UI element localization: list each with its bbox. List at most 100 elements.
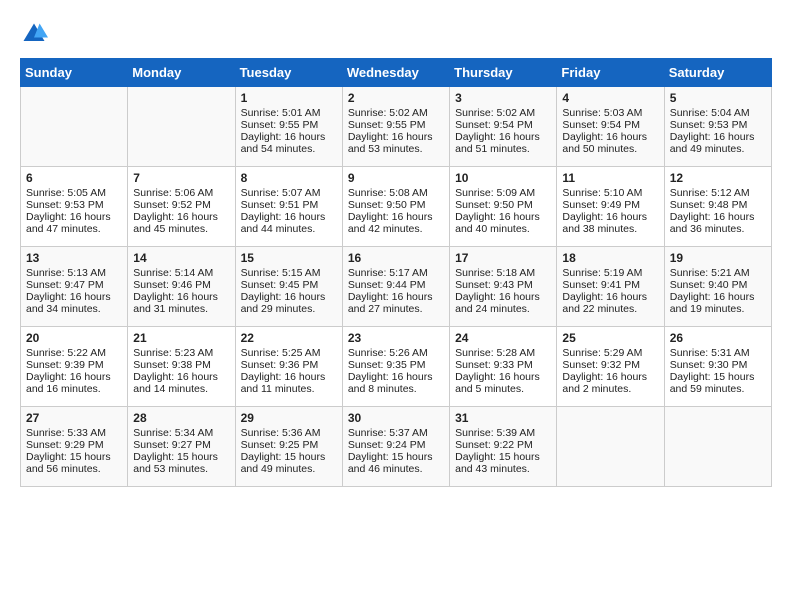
day-info-line: Sunrise: 5:12 AM — [670, 187, 766, 199]
day-number: 23 — [348, 331, 444, 345]
day-info-line: Sunset: 9:46 PM — [133, 279, 229, 291]
day-info-line: Sunset: 9:35 PM — [348, 359, 444, 371]
calendar-cell: 9Sunrise: 5:08 AMSunset: 9:50 PMDaylight… — [342, 167, 449, 247]
day-info-line: Daylight: 16 hours and 40 minutes. — [455, 211, 551, 235]
calendar-week-row: 20Sunrise: 5:22 AMSunset: 9:39 PMDayligh… — [21, 327, 772, 407]
day-number: 7 — [133, 171, 229, 185]
calendar-cell: 11Sunrise: 5:10 AMSunset: 9:49 PMDayligh… — [557, 167, 664, 247]
day-info-line: Daylight: 16 hours and 2 minutes. — [562, 371, 658, 395]
calendar-cell — [664, 407, 771, 487]
calendar-cell: 4Sunrise: 5:03 AMSunset: 9:54 PMDaylight… — [557, 87, 664, 167]
day-info-line: Sunset: 9:43 PM — [455, 279, 551, 291]
day-info-line: Sunset: 9:55 PM — [348, 119, 444, 131]
day-info-line: Sunset: 9:55 PM — [241, 119, 337, 131]
day-info-line: Sunrise: 5:14 AM — [133, 267, 229, 279]
day-info-line: Daylight: 16 hours and 24 minutes. — [455, 291, 551, 315]
day-number: 15 — [241, 251, 337, 265]
column-header-saturday: Saturday — [664, 59, 771, 87]
calendar-cell: 25 Sunrise: 5:29 AMSunset: 9:32 PMDayligh… — [557, 327, 664, 407]
day-info-line: Sunrise: 5:09 AM — [455, 187, 551, 199]
day-info-line: Sunrise: 5:05 AM — [26, 187, 122, 199]
day-info-line: Sunset: 9:27 PM — [133, 439, 229, 451]
day-info-line: Sunset: 9:48 PM — [670, 199, 766, 211]
day-info-line: Daylight: 16 hours and 54 minutes. — [241, 131, 337, 155]
day-info-line: Sunset: 9:22 PM — [455, 439, 551, 451]
day-number: 9 — [348, 171, 444, 185]
day-info-line: Sunrise: 5:23 AM — [133, 347, 229, 359]
day-info-line: Sunset: 9:52 PM — [133, 199, 229, 211]
day-info-line: Sunset: 9:30 PM — [670, 359, 766, 371]
day-info-line: Sunset: 9:29 PM — [26, 439, 122, 451]
day-info-line: Sunrise: 5:34 AM — [133, 427, 229, 439]
calendar-cell: 29Sunrise: 5:36 AMSunset: 9:25 PMDayligh… — [235, 407, 342, 487]
day-info-line: Daylight: 16 hours and 51 minutes. — [455, 131, 551, 155]
calendar-cell: 7Sunrise: 5:06 AMSunset: 9:52 PMDaylight… — [128, 167, 235, 247]
day-info-line: Daylight: 15 hours and 56 minutes. — [26, 451, 122, 475]
day-info-line: Sunset: 9:45 PM — [241, 279, 337, 291]
day-info-line: Sunrise: 5:21 AM — [670, 267, 766, 279]
day-info-line: Sunset: 9:38 PM — [133, 359, 229, 371]
day-info-line: Sunrise: 5:02 AM — [348, 107, 444, 119]
calendar-cell: 16Sunrise: 5:17 AMSunset: 9:44 PMDayligh… — [342, 247, 449, 327]
calendar-cell: 15Sunrise: 5:15 AMSunset: 9:45 PMDayligh… — [235, 247, 342, 327]
day-info-line: Daylight: 16 hours and 50 minutes. — [562, 131, 658, 155]
day-number: 27 — [26, 411, 122, 425]
day-info-line: Daylight: 16 hours and 27 minutes. — [348, 291, 444, 315]
day-info-line: Sunrise: 5:28 AM — [455, 347, 551, 359]
day-number: 17 — [455, 251, 551, 265]
day-info-line: Sunrise: 5:29 AM — [562, 347, 658, 359]
day-info-line: Daylight: 15 hours and 49 minutes. — [241, 451, 337, 475]
day-info-line: Daylight: 16 hours and 16 minutes. — [26, 371, 122, 395]
day-info-line: Sunset: 9:33 PM — [455, 359, 551, 371]
day-number: 25 — [562, 331, 658, 345]
day-info-line: Sunset: 9:47 PM — [26, 279, 122, 291]
day-number: 14 — [133, 251, 229, 265]
calendar-cell — [557, 407, 664, 487]
calendar-cell: 3Sunrise: 5:02 AMSunset: 9:54 PMDaylight… — [450, 87, 557, 167]
day-info-line: Sunrise: 5:37 AM — [348, 427, 444, 439]
day-number: 26 — [670, 331, 766, 345]
day-info-line: Sunset: 9:36 PM — [241, 359, 337, 371]
day-info-line: Sunset: 9:49 PM — [562, 199, 658, 211]
calendar-cell: 17Sunrise: 5:18 AMSunset: 9:43 PMDayligh… — [450, 247, 557, 327]
day-info-line: Sunrise: 5:22 AM — [26, 347, 122, 359]
day-info-line: Sunset: 9:50 PM — [348, 199, 444, 211]
day-info-line: Daylight: 15 hours and 59 minutes. — [670, 371, 766, 395]
page-header — [20, 20, 772, 48]
calendar-cell: 30Sunrise: 5:37 AMSunset: 9:24 PMDayligh… — [342, 407, 449, 487]
day-info-line: Sunrise: 5:04 AM — [670, 107, 766, 119]
day-info-line: Sunrise: 5:25 AM — [241, 347, 337, 359]
day-info-line: Daylight: 16 hours and 45 minutes. — [133, 211, 229, 235]
calendar-cell — [128, 87, 235, 167]
day-info-line: Sunset: 9:32 PM — [562, 359, 658, 371]
calendar-cell: 20Sunrise: 5:22 AMSunset: 9:39 PMDayligh… — [21, 327, 128, 407]
calendar-cell: 1Sunrise: 5:01 AMSunset: 9:55 PMDaylight… — [235, 87, 342, 167]
day-info-line: Sunset: 9:41 PM — [562, 279, 658, 291]
day-info-line: Daylight: 16 hours and 19 minutes. — [670, 291, 766, 315]
column-header-wednesday: Wednesday — [342, 59, 449, 87]
calendar-cell: 18Sunrise: 5:19 AMSunset: 9:41 PMDayligh… — [557, 247, 664, 327]
calendar-cell: 23Sunrise: 5:26 AMSunset: 9:35 PMDayligh… — [342, 327, 449, 407]
day-info-line: Daylight: 16 hours and 47 minutes. — [26, 211, 122, 235]
calendar-cell: 28Sunrise: 5:34 AMSunset: 9:27 PMDayligh… — [128, 407, 235, 487]
calendar-cell: 6Sunrise: 5:05 AMSunset: 9:53 PMDaylight… — [21, 167, 128, 247]
column-header-sunday: Sunday — [21, 59, 128, 87]
day-number: 16 — [348, 251, 444, 265]
column-header-thursday: Thursday — [450, 59, 557, 87]
day-number: 1 — [241, 91, 337, 105]
day-info-line: Sunrise: 5:15 AM — [241, 267, 337, 279]
calendar-cell — [21, 87, 128, 167]
column-header-tuesday: Tuesday — [235, 59, 342, 87]
calendar-cell: 8Sunrise: 5:07 AMSunset: 9:51 PMDaylight… — [235, 167, 342, 247]
day-info-line: Sunrise: 5:19 AM — [562, 267, 658, 279]
day-number: 30 — [348, 411, 444, 425]
calendar-week-row: 13Sunrise: 5:13 AMSunset: 9:47 PMDayligh… — [21, 247, 772, 327]
day-info-line: Daylight: 15 hours and 46 minutes. — [348, 451, 444, 475]
day-info-line: Sunrise: 5:39 AM — [455, 427, 551, 439]
day-info-line: Daylight: 16 hours and 11 minutes. — [241, 371, 337, 395]
day-info-line: Sunset: 9:53 PM — [670, 119, 766, 131]
day-number: 13 — [26, 251, 122, 265]
calendar-week-row: 1Sunrise: 5:01 AMSunset: 9:55 PMDaylight… — [21, 87, 772, 167]
day-number: 8 — [241, 171, 337, 185]
calendar-cell: 12Sunrise: 5:12 AMSunset: 9:48 PMDayligh… — [664, 167, 771, 247]
